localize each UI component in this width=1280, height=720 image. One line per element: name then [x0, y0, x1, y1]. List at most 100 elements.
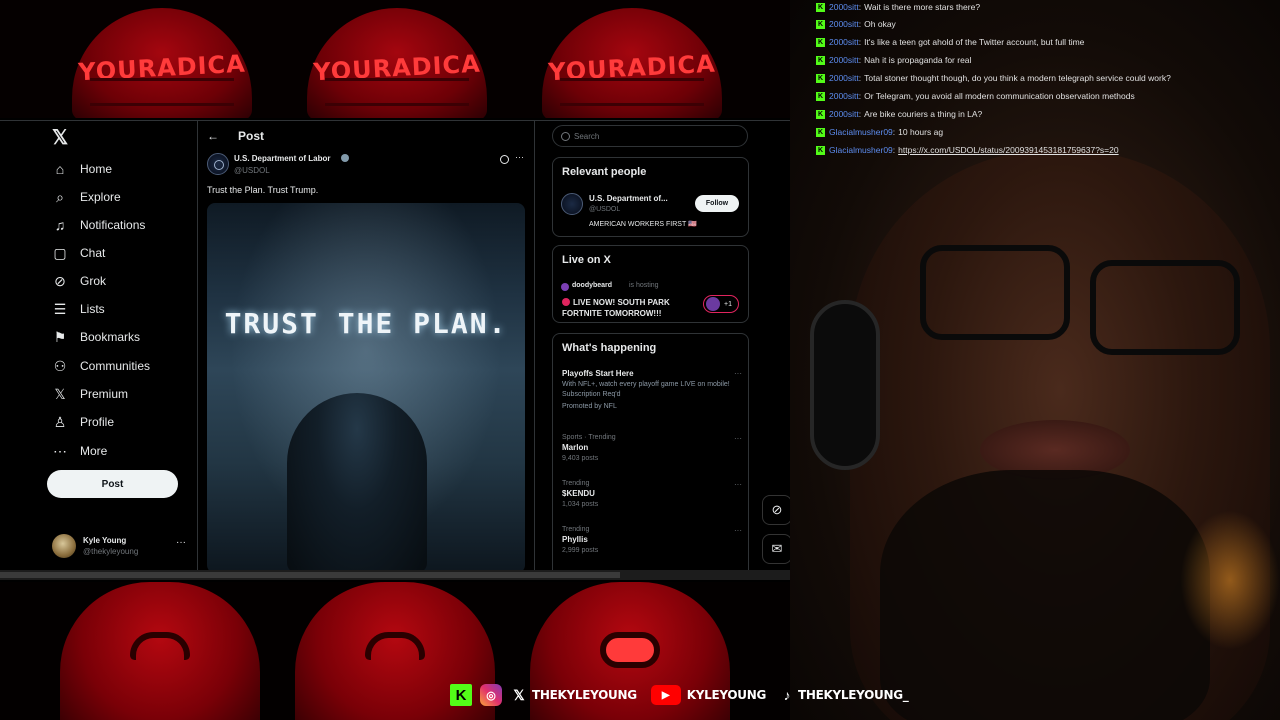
trend-post-count: 9,403 posts — [562, 455, 599, 462]
chat-icon: ▢ — [53, 244, 67, 261]
hat-graphic: YOURADICA — [72, 8, 252, 118]
sidebar-item-bookmarks[interactable]: ⚑ Bookmarks — [52, 326, 140, 348]
trend-item[interactable]: Trending Phyllis 2,999 posts ··· — [562, 526, 742, 556]
kick-badge-icon: K — [816, 55, 825, 65]
sidebar-item-label: Bookmarks — [80, 330, 141, 344]
post-media-image[interactable]: TRUST THE PLAN. — [207, 203, 525, 573]
chat-text: It's like a teen got ahold of the Twitte… — [864, 37, 1085, 47]
profile-icon: ♙ — [53, 413, 67, 430]
more-icon[interactable]: ··· — [734, 369, 742, 378]
search-box[interactable] — [552, 125, 748, 147]
face-mouth — [365, 632, 425, 660]
author-handle[interactable]: @USDOL — [234, 166, 270, 175]
relevant-person-bio: AMERICAN WORKERS FIRST 🇺🇸 — [589, 221, 697, 228]
sidebar-item-label: Communities — [80, 359, 151, 373]
trend-title: $KENDU — [562, 489, 595, 498]
sidebar-item-profile[interactable]: ♙ Profile — [52, 411, 114, 433]
search-icon — [561, 131, 570, 141]
sidebar-item-grok[interactable]: ⊘ Grok — [52, 270, 106, 292]
more-icon[interactable]: ··· — [515, 152, 524, 162]
lists-icon: ☰ — [53, 300, 67, 317]
messages-floating-button[interactable]: ✉ — [762, 534, 792, 564]
avatar — [52, 534, 76, 558]
face-mouth — [130, 632, 190, 660]
instagram-icon: ◎ — [480, 684, 502, 706]
chat-message: K 2000sitt: Are bike couriers a thing in… — [816, 107, 982, 121]
more-icon[interactable]: ··· — [734, 526, 742, 535]
panel-title: Relevant people — [562, 166, 647, 178]
sidebar-item-explore[interactable]: ⌕ Explore — [52, 186, 121, 208]
chat-separator: : — [858, 55, 862, 65]
tiktok-icon: ♪ — [783, 687, 791, 703]
chat-message: K 2000sitt: Wait is there more stars the… — [816, 0, 980, 14]
follow-button[interactable]: Follow — [695, 195, 739, 212]
sidebar-item-lists[interactable]: ☰ Lists — [52, 298, 105, 320]
relevant-people-panel: Relevant people U.S. Department of... @U… — [552, 157, 749, 237]
chat-message: K 2000sitt: It's like a teen got ahold o… — [816, 35, 1084, 49]
youtube-handle: KYLEYOUNG — [686, 688, 767, 702]
chat-separator: : — [858, 73, 862, 83]
x-app-window: 𝕏 ⌂ Home ⌕ Explore ♫ Notifications ▢ Cha… — [0, 120, 790, 573]
stream-background-top: YOURADICA YOURADICA YOURADICA — [0, 0, 790, 118]
chat-separator: : — [858, 19, 862, 29]
chat-username: 2000sitt — [829, 37, 859, 47]
account-switcher[interactable]: Kyle Young @thekyleyoung ··· — [52, 533, 192, 559]
chat-username: 2000sitt — [829, 55, 859, 65]
chat-username: 2000sitt — [829, 19, 859, 29]
kick-badge-icon: K — [816, 145, 825, 155]
chat-message: K 2000sitt: Nah it is propaganda for rea… — [816, 53, 971, 67]
scrollbar-thumb[interactable] — [0, 572, 620, 578]
author-name[interactable]: U.S. Department of Labor — [234, 154, 330, 163]
kick-badge-icon: K — [816, 2, 825, 12]
grok-floating-button[interactable]: ⊘ — [762, 495, 792, 525]
sidebar-item-communities[interactable]: ⚇ Communities — [52, 355, 150, 377]
search-input[interactable] — [574, 131, 734, 141]
trend-item[interactable]: Sports · Trending Marlon 9,403 posts ··· — [562, 434, 742, 464]
panel-title: What's happening — [562, 342, 657, 354]
relevant-person-name[interactable]: U.S. Department of... — [589, 194, 668, 203]
sidebar-item-label: Lists — [80, 302, 105, 316]
chat-separator: : — [858, 37, 862, 47]
back-arrow-icon[interactable]: ← — [207, 129, 219, 143]
grok-icon[interactable] — [500, 155, 509, 164]
sidebar-item-label: Profile — [80, 415, 115, 429]
chat-username: 2000sitt — [829, 109, 859, 119]
headphone-graphic — [810, 300, 880, 470]
live-host-name[interactable]: doodybeard — [572, 282, 612, 289]
chat-link[interactable]: https://x.com/USDOL/status/2009391453181… — [898, 145, 1118, 155]
more-icon[interactable]: ··· — [734, 480, 742, 489]
x-logo-icon[interactable]: 𝕏 — [52, 127, 72, 149]
trend-item[interactable]: Trending $KENDU 1,034 posts ··· — [562, 480, 742, 510]
chat-text: Nah it is propaganda for real — [864, 55, 972, 65]
sidebar-item-premium[interactable]: 𝕏 Premium — [52, 383, 128, 405]
more-icon[interactable]: ··· — [176, 537, 186, 548]
sidebar-item-more[interactable]: ⋯ More — [52, 440, 107, 462]
youtube-icon: ▶ — [650, 685, 681, 705]
trend-category: Sports · Trending — [562, 434, 616, 441]
tiktok-handle: THEKYLEYOUNG_ — [798, 688, 909, 702]
sidebar-item-label: Explore — [80, 190, 121, 204]
chat-message: K 2000sitt: Oh okay — [816, 17, 896, 31]
sidebar-item-label: Home — [80, 162, 113, 176]
post-button[interactable]: Post — [47, 470, 178, 498]
kick-badge-icon: K — [816, 91, 825, 101]
sidebar-item-label: Chat — [80, 246, 106, 260]
sidebar-item-notifications[interactable]: ♫ Notifications — [52, 214, 146, 236]
trend-item[interactable]: Playoffs Start Here With NFL+, watch eve… — [562, 369, 742, 412]
grok-icon: ⊘ — [54, 272, 66, 289]
author-avatar[interactable] — [207, 153, 229, 175]
trend-post-count: 1,034 posts — [562, 501, 599, 508]
avatar[interactable] — [561, 193, 583, 215]
panel-title: Live on X — [562, 254, 611, 266]
live-stream-title[interactable]: LIVE NOW! SOUTH PARK FORTNITE TOMORROW!!… — [562, 297, 702, 319]
sidebar-item-chat[interactable]: ▢ Chat — [52, 242, 105, 264]
hat-graphic: YOURADICA — [307, 8, 487, 118]
more-icon[interactable]: ··· — [734, 434, 742, 443]
promoted-label: Promoted by NFL — [562, 403, 617, 410]
home-icon: ⌂ — [55, 161, 65, 177]
listener-count[interactable]: +1 — [703, 295, 739, 313]
hat-text: YOURADICA — [312, 49, 482, 87]
chat-text: Or Telegram, you avoid all modern commun… — [864, 91, 1135, 101]
sidebar-item-home[interactable]: ⌂ Home — [52, 158, 112, 180]
chat-separator: : — [858, 109, 862, 119]
